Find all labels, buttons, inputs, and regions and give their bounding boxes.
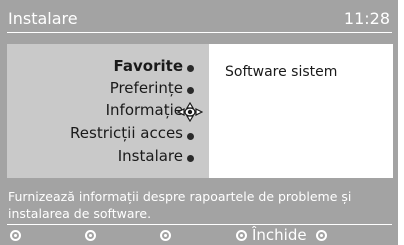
frame-left	[0, 37, 7, 184]
menu-item-informatie[interactable]: Informație	[106, 101, 183, 119]
close-key-label[interactable]: Închide	[252, 226, 307, 244]
frame-top	[0, 37, 398, 44]
menu-bullet-icon	[187, 87, 194, 94]
menu-list: Favorite Preferințe Informație Restricți…	[7, 44, 209, 178]
red-key-icon[interactable]	[10, 230, 21, 241]
info-text: Software sistem	[225, 64, 338, 80]
menu-bullet-icon	[187, 155, 194, 162]
four-way-nav-icon	[177, 102, 203, 122]
help-bar: Furnizează informații despre rapoartele …	[0, 184, 398, 227]
title-divider	[7, 32, 392, 33]
help-divider	[7, 224, 392, 225]
blue-key-icon[interactable]	[236, 230, 247, 241]
tv-menu-screen: Instalare 11:28 Favorite Preferințe Info…	[0, 0, 404, 245]
menu-item-favorite[interactable]: Favorite	[114, 57, 183, 75]
clock: 11:28	[343, 9, 390, 28]
menu-item-preferinte[interactable]: Preferințe	[110, 79, 183, 97]
info-panel: Software sistem	[211, 44, 392, 178]
help-text: Furnizează informații despre rapoartele …	[8, 189, 352, 221]
color-key-bar: Închide	[0, 226, 398, 245]
menu-bullet-icon	[187, 65, 194, 72]
frame-right	[393, 44, 398, 178]
menu-bullet-icon	[187, 133, 194, 140]
yellow-key-icon[interactable]	[160, 230, 171, 241]
menu-item-instalare[interactable]: Instalare	[118, 147, 183, 165]
menu-item-restrictii-acces[interactable]: Restricții acces	[70, 124, 183, 142]
white-key-icon[interactable]	[316, 230, 327, 241]
title-bar: Instalare 11:28	[0, 0, 398, 37]
menu-title: Instalare	[8, 9, 78, 28]
green-key-icon[interactable]	[85, 230, 96, 241]
